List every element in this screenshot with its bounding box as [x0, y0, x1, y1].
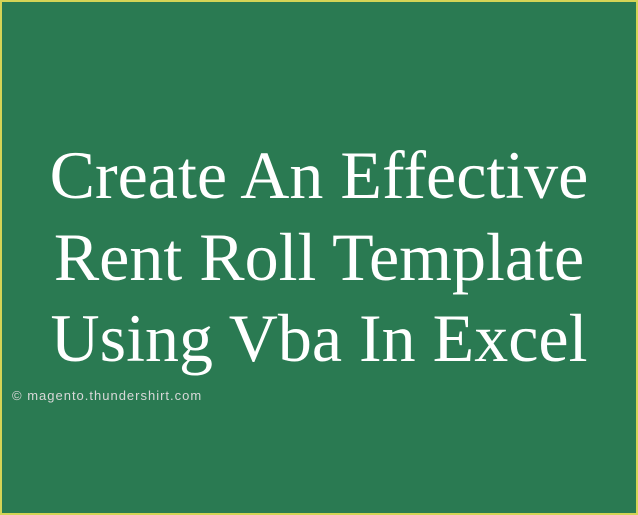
watermark-text: © magento.thundershirt.com	[12, 388, 202, 403]
title-text: Create An Effective Rent Roll Template U…	[2, 125, 636, 390]
